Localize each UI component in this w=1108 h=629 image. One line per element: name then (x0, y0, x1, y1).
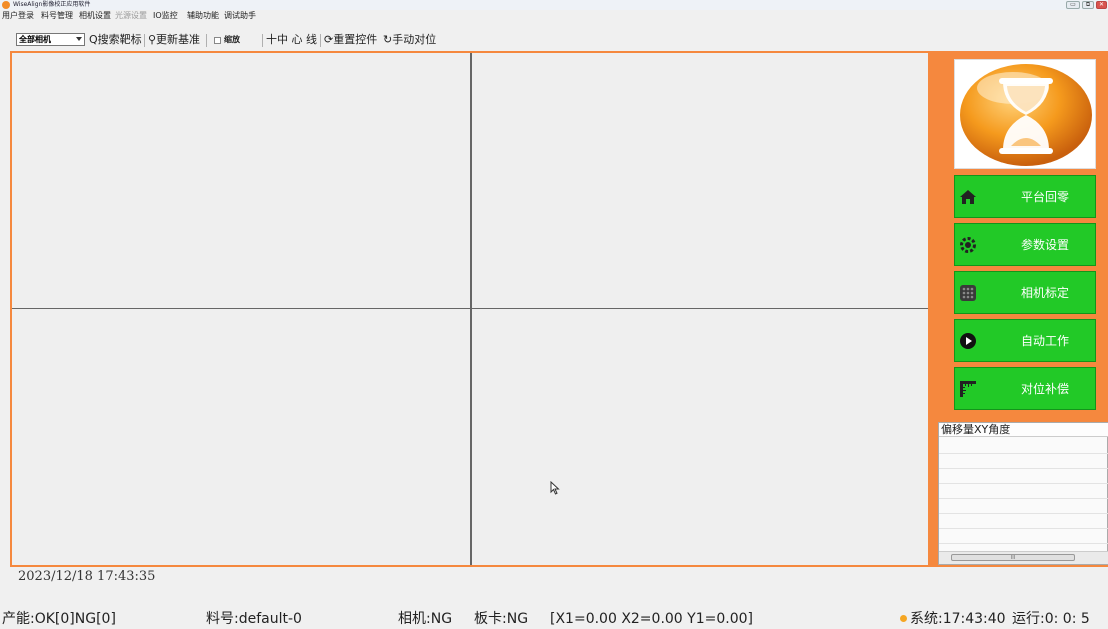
chevron-down-icon (76, 37, 82, 41)
minimize-button[interactable]: ▭ (1066, 1, 1080, 9)
runtime-status: 运行:0: 0: 5 (1012, 611, 1090, 627)
toolbar-divider (320, 34, 321, 47)
search-target-button[interactable]: Q搜索靶标 (89, 32, 142, 48)
toolbar-divider (262, 34, 263, 47)
app-window: WiseAlign影像校正应用软件 ▭ ⧉ ✕ 用户登录 料号管理 相机设置 光… (0, 0, 1108, 629)
camera-select[interactable]: 全部相机 (16, 33, 85, 46)
system-status-icon (900, 615, 907, 622)
camera-calibration-label: 相机标定 (1020, 286, 1069, 300)
scrollbar-grip: III (1010, 555, 1016, 561)
camera-status: 相机:NG (398, 611, 453, 627)
alignment-compensation-button[interactable]: 对位补偿 (954, 367, 1096, 410)
hourglass-logo (954, 59, 1096, 169)
offset-panel-title: 偏移量XY角度 (939, 423, 1108, 437)
platform-home-button[interactable]: 平台回零 (954, 175, 1096, 218)
auto-work-button[interactable]: 自动工作 (954, 319, 1096, 362)
log-timestamp: 2023/12/18 17:43:35 (18, 569, 156, 584)
offset-list-row (939, 513, 1108, 514)
camera-select-value: 全部相机 (19, 35, 51, 44)
restore-button[interactable]: ⧉ (1082, 1, 1094, 9)
menu-part-number[interactable]: 料号管理 (41, 10, 73, 21)
hourglass-icon (960, 64, 1092, 166)
camera-view-4[interactable] (472, 309, 928, 565)
camera-view-2[interactable] (472, 53, 928, 308)
zoom-label: 缩放 (224, 35, 240, 44)
log-area: 2023/12/18 17:43:35 (12, 567, 1108, 603)
offset-list-row (939, 528, 1108, 529)
center-line-button[interactable]: 十中 心 线 (266, 32, 317, 48)
camera-view-3[interactable] (12, 309, 470, 565)
title-bar: WiseAlign影像校正应用软件 ▭ ⧉ ✕ (0, 0, 1108, 10)
ruler-icon (960, 381, 976, 397)
scrollbar-thumb[interactable]: III (951, 554, 1075, 561)
offset-list-row (939, 498, 1108, 499)
zoom-checkbox[interactable] (214, 37, 221, 44)
menu-io-monitor[interactable]: IO监控 (153, 10, 178, 21)
offset-list-row (939, 453, 1108, 454)
menu-auxiliary[interactable]: 辅助功能 (187, 10, 219, 21)
coordinates-status: [X1=0.00 X2=0.00 Y1=0.00] (550, 611, 753, 627)
window-title: WiseAlign影像校正应用软件 (13, 1, 91, 8)
play-icon (960, 333, 976, 349)
menu-camera-settings[interactable]: 相机设置 (79, 10, 111, 21)
offset-list-row (939, 543, 1108, 544)
menu-user-login[interactable]: 用户登录 (2, 10, 34, 21)
camera-view-1[interactable] (12, 53, 470, 308)
reset-controls-button[interactable]: ⟳重置控件 (324, 32, 377, 48)
offset-list-row (939, 483, 1108, 484)
update-reference-button[interactable]: ⚲更新基准 (148, 32, 200, 48)
toolbar-divider (144, 34, 145, 47)
system-time-status: 系统:17:43:40 (910, 611, 1006, 627)
home-icon (960, 190, 976, 204)
calibration-grid-icon (960, 285, 976, 301)
toolbar-divider (206, 34, 207, 47)
platform-home-label: 平台回零 (1020, 190, 1069, 204)
parameter-settings-label: 参数设置 (1020, 238, 1069, 252)
board-status: 板卡:NG (474, 611, 529, 627)
view-divider-vertical (470, 53, 472, 565)
part-number-status: 料号:default-0 (206, 611, 302, 627)
mouse-cursor-icon (550, 481, 560, 495)
manual-align-button[interactable]: ↻手动对位 (383, 32, 436, 48)
menu-light-settings[interactable]: 光源设置 (115, 10, 147, 21)
menu-debug-assistant[interactable]: 调试助手 (224, 10, 256, 21)
offset-list-row (939, 468, 1108, 469)
camera-calibration-button[interactable]: 相机标定 (954, 271, 1096, 314)
close-button[interactable]: ✕ (1096, 1, 1107, 9)
yield-status: 产能:OK[0]NG[0] (2, 611, 116, 627)
view-divider-horizontal (12, 308, 928, 309)
alignment-compensation-label: 对位补偿 (1020, 382, 1069, 396)
offset-xy-angle-panel: 偏移量XY角度 III (938, 422, 1108, 565)
app-logo-icon (2, 1, 10, 9)
auto-work-label: 自动工作 (1020, 334, 1069, 348)
parameter-settings-button[interactable]: 参数设置 (954, 223, 1096, 266)
gear-icon (960, 237, 976, 253)
